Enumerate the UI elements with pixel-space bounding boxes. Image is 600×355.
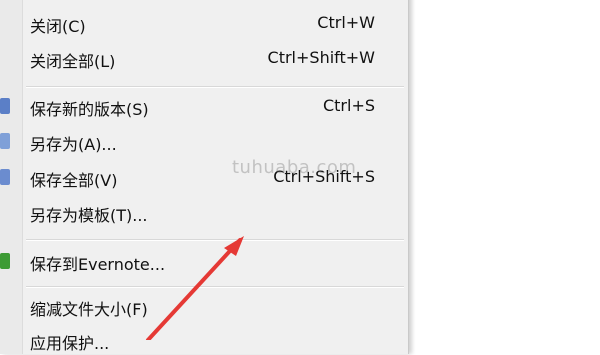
red-arrow-annotation (146, 236, 244, 340)
